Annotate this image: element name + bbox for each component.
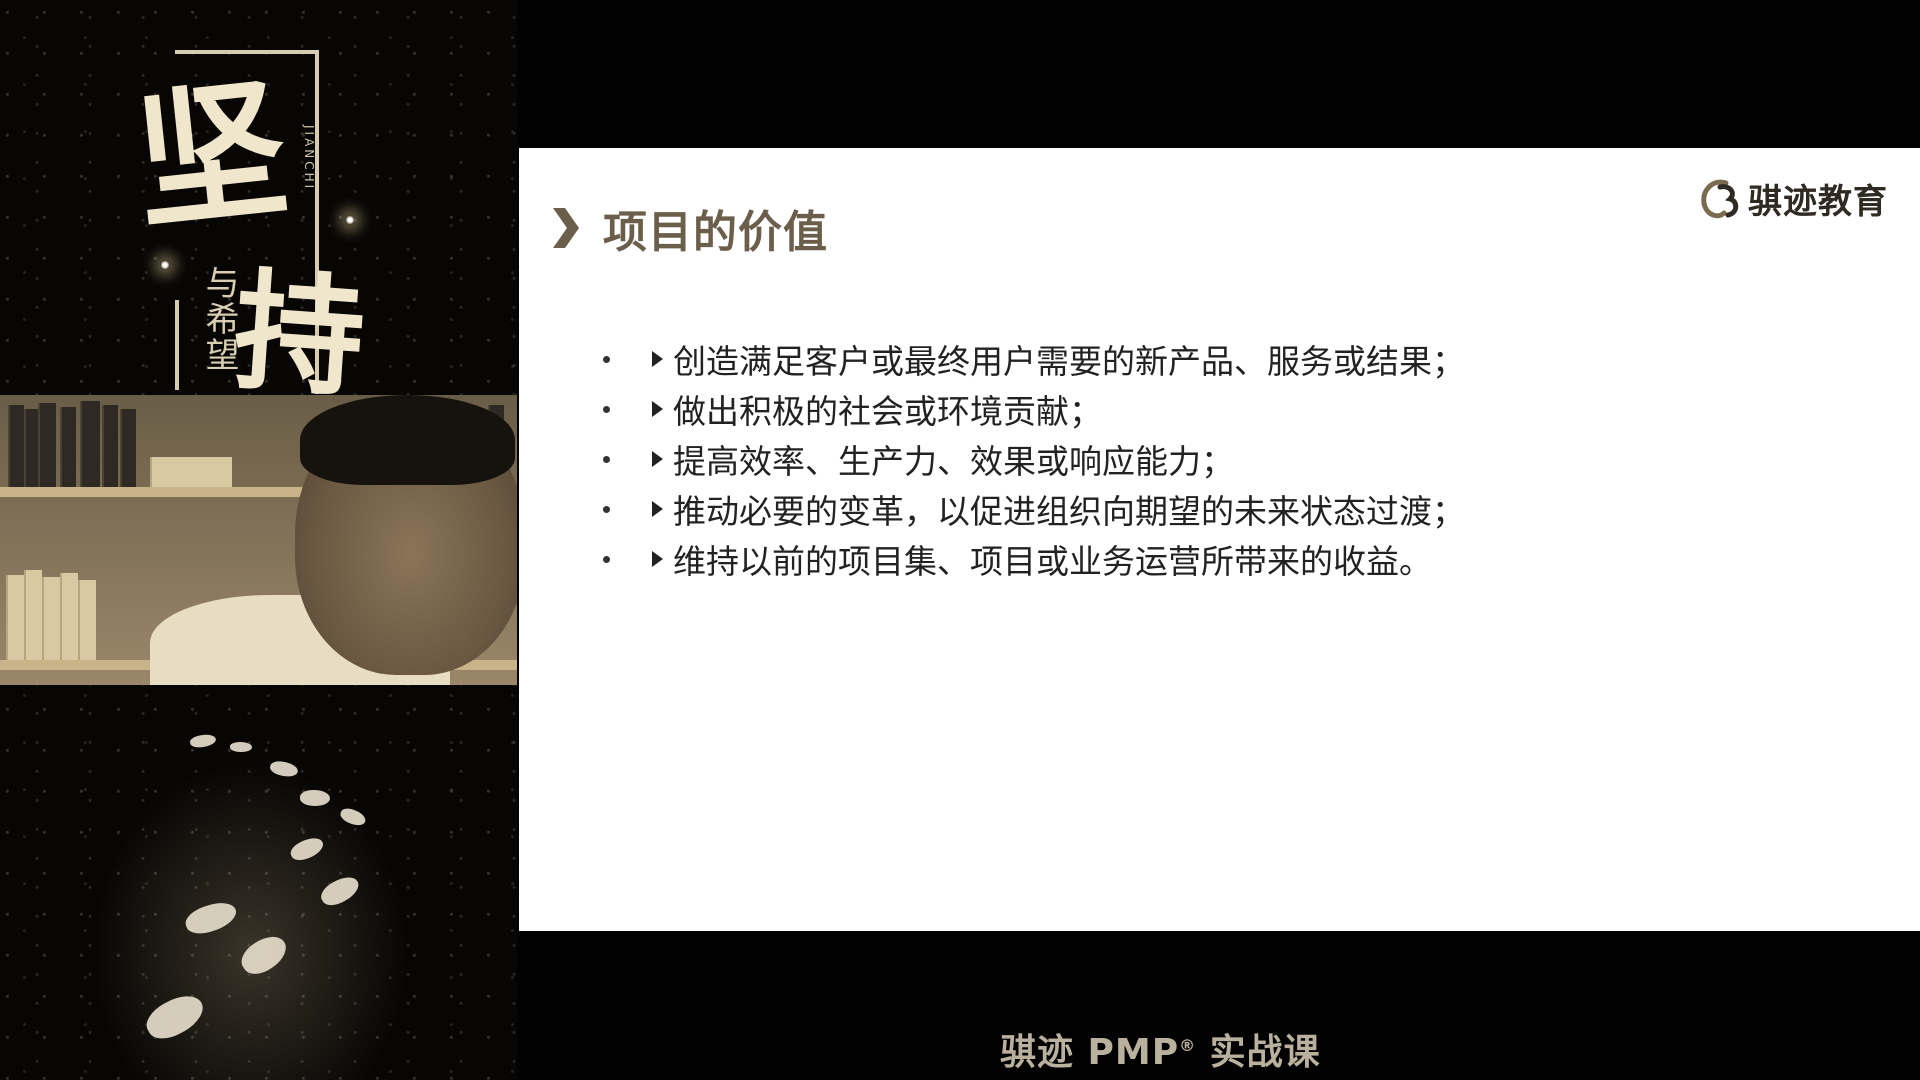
book	[80, 401, 100, 487]
list-item: 创造满足客户或最终用户需要的新产品、服务或结果；	[599, 334, 1465, 384]
sparkle-icon	[160, 260, 170, 270]
presenter-hair	[300, 395, 515, 485]
caption-text-before: 骐迹 PMP	[1000, 1032, 1180, 1073]
book	[60, 573, 78, 660]
course-caption: 骐迹 PMP® 实战课	[1000, 1023, 1321, 1075]
book	[24, 570, 42, 660]
book	[102, 405, 118, 487]
footprint-icon	[300, 790, 330, 806]
dust-glow	[90, 760, 410, 1080]
triangle-bullet-icon	[652, 451, 663, 467]
bullet-dot-icon	[603, 555, 610, 563]
webcam-feed	[0, 395, 517, 685]
footprint-icon	[189, 732, 217, 750]
book	[38, 403, 56, 487]
poster-pinyin: JIANCHI	[302, 125, 316, 192]
list-item: 做出积极的社会或环境贡献；	[599, 384, 1465, 434]
book	[150, 457, 232, 487]
bullet-dot-icon	[603, 355, 610, 363]
book	[8, 405, 24, 487]
brand-logo: 骐迹教育	[1696, 174, 1888, 223]
video-frame: 坚 持 与希望 JIANCHI 项目的价值 骐迹教育 创造满足客户或最终用户需要…	[0, 0, 1920, 1080]
sparkle-icon	[345, 215, 355, 225]
bullet-dot-icon	[603, 405, 610, 413]
bullet-text: 创造满足客户或最终用户需要的新产品、服务或结果；	[673, 342, 1465, 381]
bullet-dot-icon	[603, 505, 610, 513]
book	[60, 407, 76, 487]
registered-mark: ®	[1179, 1036, 1197, 1055]
list-item: 维持以前的项目集、项目或业务运营所带来的收益。	[599, 534, 1465, 584]
book	[6, 575, 24, 660]
list-item: 提高效率、生产力、效果或响应能力；	[599, 434, 1465, 484]
poster-subtitle: 与希望	[199, 265, 239, 373]
triangle-bullet-icon	[652, 501, 663, 517]
poster-calligraphy-char-2: 持	[229, 253, 370, 416]
bullet-dot-icon	[603, 455, 610, 463]
slide-title-row: 项目的价值	[551, 196, 828, 260]
bullet-text: 做出积极的社会或环境贡献；	[673, 392, 1102, 431]
triangle-bullet-icon	[652, 401, 663, 417]
book	[42, 577, 60, 660]
caption-text-after: 实战课	[1196, 1032, 1321, 1073]
book	[78, 580, 96, 660]
footprint-icon	[230, 742, 252, 752]
bullet-text: 维持以前的项目集、项目或业务运营所带来的收益。	[673, 542, 1432, 581]
chevron-right-icon	[553, 208, 579, 248]
poster-calligraphy-char-1: 坚	[127, 60, 296, 252]
list-item: 推动必要的变革，以促进组织向期望的未来状态过渡；	[599, 484, 1465, 534]
bullet-text: 提高效率、生产力、效果或响应能力；	[673, 442, 1234, 481]
bullet-text: 推动必要的变革，以促进组织向期望的未来状态过渡；	[673, 492, 1465, 531]
book	[120, 409, 136, 487]
triangle-bullet-icon	[652, 351, 663, 367]
brand-logo-icon	[1701, 179, 1739, 218]
slide-title: 项目的价值	[603, 207, 828, 258]
triangle-bullet-icon	[652, 551, 663, 567]
brand-name: 骐迹教育	[1748, 182, 1888, 222]
book	[24, 409, 38, 487]
bullet-list: 创造满足客户或最终用户需要的新产品、服务或结果； 做出积极的社会或环境贡献； 提…	[599, 334, 1465, 584]
presentation-slide: 项目的价值 骐迹教育 创造满足客户或最终用户需要的新产品、服务或结果； 做出积极…	[519, 148, 1920, 931]
poster-frame-line-bottom	[175, 300, 179, 390]
